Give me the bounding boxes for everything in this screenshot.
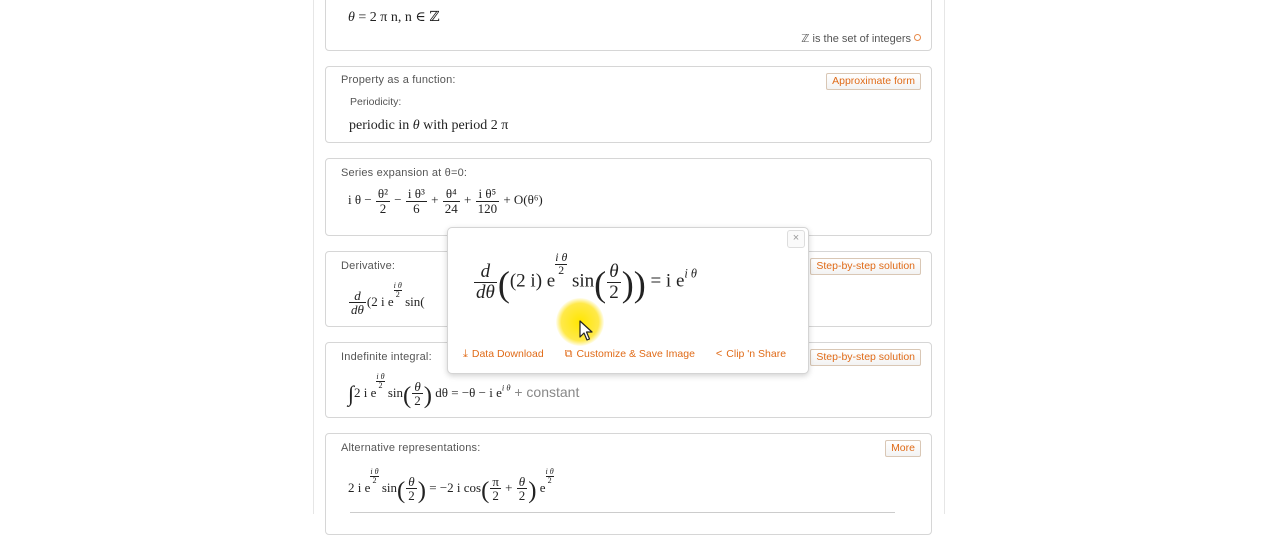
divider xyxy=(350,512,895,513)
fraction: θ² 2 xyxy=(375,186,391,216)
periodicity-subtitle: Periodicity: xyxy=(350,96,402,108)
pod-title: Property as a function: xyxy=(341,74,456,86)
fraction: θ⁴ 24 xyxy=(442,186,460,216)
export-icon: ⧉ xyxy=(564,348,573,360)
pod-title: Indefinite integral: xyxy=(341,351,432,363)
alternative-expression: 2 i ei θ2 sin(θ 2) = −2 i cos(π 2 + θ 2) ei… xyxy=(348,467,554,505)
more-button[interactable]: More xyxy=(885,440,921,457)
property-pod: Property as a function: Approximate form… xyxy=(325,66,932,143)
solution-pod: θ = 2 π n, n ∈ ℤ ℤ is the set of integer… xyxy=(325,0,932,51)
close-icon[interactable]: × xyxy=(787,230,805,248)
integral-expression: ∫2 i ei θ2 sin(θ 2) dθ = −θ − i ei θ + co… xyxy=(348,372,580,410)
mouse-pointer-icon xyxy=(579,320,593,341)
download-icon: ⤓ xyxy=(463,348,468,360)
pod-title: Derivative: xyxy=(341,260,396,272)
series-expansion-pod: Series expansion at θ=0: i θ − θ² 2 − i θ… xyxy=(325,158,932,236)
derivative-expression: d dθ (2 i ei θ2 sin( xyxy=(349,281,425,318)
step-by-step-button[interactable]: Step-by-step solution xyxy=(810,258,921,275)
approximate-form-button[interactable]: Approximate form xyxy=(826,73,921,90)
fraction: i θ³ 6 xyxy=(405,186,427,216)
periodicity-text: periodic in θ with period 2 π xyxy=(349,118,509,133)
data-download-link[interactable]: ⤓ Data Download xyxy=(463,348,544,360)
share-icon: < xyxy=(715,348,723,360)
popup-actions: ⤓ Data Download ⧉ Customize & Save Image <… xyxy=(463,348,804,361)
pod-title: Alternative representations: xyxy=(341,442,481,454)
series-expression: i θ − θ² 2 − i θ³ 6 + θ⁴ 24 + i θ⁵ 120 + O(θ… xyxy=(348,186,543,216)
clip-share-link[interactable]: < Clip 'n Share xyxy=(716,348,786,360)
customize-save-link[interactable]: ⧉ Customize & Save Image xyxy=(565,348,695,360)
info-icon[interactable] xyxy=(914,34,921,41)
integers-note: ℤ is the set of integers xyxy=(801,32,921,45)
solution-equation: θ = 2 π n, n ∈ ℤ xyxy=(348,10,440,25)
step-by-step-button[interactable]: Step-by-step solution xyxy=(810,349,921,366)
formula-popup: × d dθ ((2 i) ei θ2 sin(θ 2)) = i ei θ ⤓ Dat… xyxy=(447,227,809,374)
pod-title: Series expansion at θ=0: xyxy=(341,167,468,179)
fraction: i θ⁵ 120 xyxy=(475,186,500,216)
popup-equation: d dθ ((2 i) ei θ2 sin(θ 2)) = i ei θ xyxy=(474,251,697,304)
alternative-representations-pod: Alternative representations: More 2 i ei… xyxy=(325,433,932,535)
